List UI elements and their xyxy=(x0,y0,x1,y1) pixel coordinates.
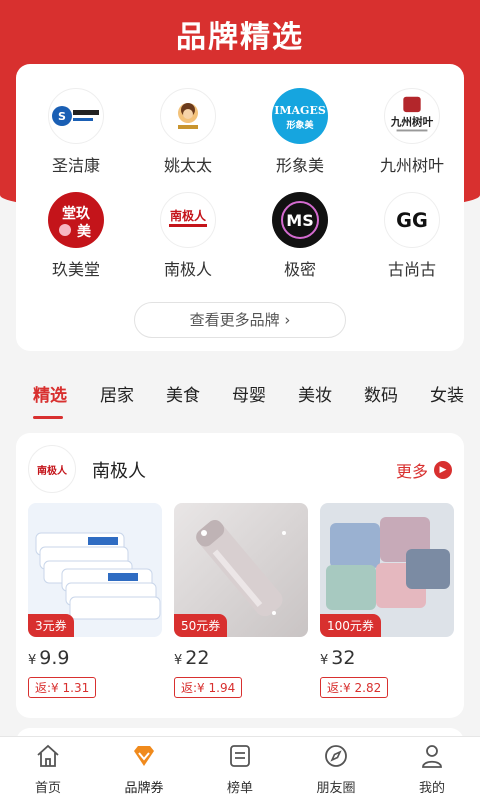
svg-text:南极人: 南极人 xyxy=(170,208,207,223)
price-value: 32 xyxy=(331,647,356,669)
product-card[interactable]: 100元券 ¥32 返:¥ 2.82 xyxy=(320,503,454,698)
more-brands-button[interactable]: 查看更多品牌 › xyxy=(134,302,346,338)
nav-label: 首页 xyxy=(34,781,61,796)
coupon-badge: 100元券 xyxy=(320,614,381,637)
user-icon xyxy=(422,745,442,768)
brand-item-xingxiangmei[interactable]: IMAGES 形象美 形象美 xyxy=(250,88,350,176)
brand-name: 玖美堂 xyxy=(51,260,100,279)
rebate-badge: 返:¥ 2.82 xyxy=(320,677,389,698)
price-value: 9.9 xyxy=(39,647,70,669)
svg-text:MS: MS xyxy=(286,211,313,230)
currency-symbol: ¥ xyxy=(320,653,329,668)
brand-item-shengjiekang[interactable]: S 圣洁康 xyxy=(26,88,126,176)
tab-baby[interactable]: 母婴 xyxy=(232,381,266,406)
brand-grid-card: S 圣洁康 姚太太 IMAGES 形象美 形象美 九州树叶 九州树叶 堂玖 美 … xyxy=(16,64,464,351)
svg-text:九州树叶: 九州树叶 xyxy=(390,116,434,129)
tab-digital[interactable]: 数码 xyxy=(364,381,398,406)
brand-item-jiumeitang[interactable]: 堂玖 美 玖美堂 xyxy=(26,192,126,280)
category-tabs: 精选 居家 美食 母婴 美妆 数码 女装 xyxy=(0,365,480,421)
brand-logo-nanjiren: 南极人 xyxy=(160,192,216,248)
nav-label: 朋友圈 xyxy=(316,781,356,796)
brand-item-jiuzhoushuye[interactable]: 九州树叶 九州树叶 xyxy=(362,88,462,176)
shop-more-link[interactable]: 更多 ▶ xyxy=(396,458,452,482)
coupon-badge: 3元券 xyxy=(28,614,74,637)
nav-label: 我的 xyxy=(418,781,445,796)
shop-name[interactable]: 南极人 xyxy=(92,457,146,483)
product-card[interactable]: 50元券 ¥22 返:¥ 1.94 xyxy=(174,503,308,698)
product-price: ¥9.9 xyxy=(28,647,162,669)
brand-item-nanjiren[interactable]: 南极人 南极人 xyxy=(138,192,238,280)
brand-name: 九州树叶 xyxy=(379,156,444,175)
shop-card: 南极人 南极人 更多 ▶ 3元券 ¥9.9 返:¥ 1.31 50元券 ¥ 22… xyxy=(16,433,464,718)
brand-item-yaotaitai[interactable]: 姚太太 xyxy=(138,88,238,176)
product-image-underwear: 100元券 xyxy=(320,503,454,637)
brand-item-jimi[interactable]: MS 极密 xyxy=(250,192,350,280)
product-image-wipes: 3元券 xyxy=(28,503,162,637)
brand-name: 圣洁康 xyxy=(51,156,100,175)
coupon-badge: 50元券 xyxy=(174,614,228,637)
shop-logo[interactable]: 南极人 xyxy=(28,445,76,493)
shop-more-label: 更多 xyxy=(395,462,428,481)
brand-item-gushanggu[interactable]: GG 古尚古 xyxy=(362,192,462,280)
nav-brand-coupons[interactable]: 品牌券 xyxy=(96,743,192,796)
brand-logo-jimi: MS xyxy=(272,192,328,248)
brand-name: 形象美 xyxy=(275,156,324,175)
compass-icon xyxy=(325,745,347,767)
active-tab-indicator xyxy=(33,416,63,419)
tab-beauty[interactable]: 美妆 xyxy=(298,381,332,406)
list-icon xyxy=(230,745,250,767)
nav-profile[interactable]: 我的 xyxy=(384,743,480,796)
nav-label: 榜单 xyxy=(226,781,253,796)
currency-symbol: ¥ xyxy=(174,653,183,668)
brand-name: 南极人 xyxy=(163,260,212,279)
brand-logo-xingxiangmei: IMAGES 形象美 xyxy=(272,88,328,144)
product-price: ¥32 xyxy=(320,647,454,669)
nav-rankings[interactable]: 榜单 xyxy=(192,743,288,796)
currency-symbol: ¥ xyxy=(28,653,37,668)
svg-text:美: 美 xyxy=(77,223,92,240)
play-arrow-icon: ▶ xyxy=(434,461,452,479)
brand-name: 极密 xyxy=(283,260,316,279)
rebate-badge: 返:¥ 1.31 xyxy=(28,677,97,698)
brand-name: 古尚古 xyxy=(387,260,436,279)
brand-logo-gushanggu: GG xyxy=(384,192,440,248)
product-price: ¥22 xyxy=(174,647,308,669)
svg-text:GG: GG xyxy=(396,209,428,232)
bottom-navigation: 首页 品牌券 榜单 朋友圈 我的 xyxy=(0,736,480,800)
product-image-thermos: 50元券 xyxy=(174,503,308,637)
price-value: 22 xyxy=(185,647,210,669)
brand-logo-jiuzhoushuye: 九州树叶 xyxy=(384,88,440,144)
product-card[interactable]: 3元券 ¥9.9 返:¥ 1.31 xyxy=(28,503,162,698)
svg-text:IMAGES: IMAGES xyxy=(274,104,326,117)
page-title: 品牌精选 xyxy=(176,20,304,55)
tab-food[interactable]: 美食 xyxy=(166,381,200,406)
svg-text:形象美: 形象美 xyxy=(286,119,314,131)
brand-logo-jiumeitang: 堂玖 美 xyxy=(48,192,104,248)
brand-name: 姚太太 xyxy=(163,156,212,175)
brand-logo-yaotaitai xyxy=(160,88,216,144)
tab-featured[interactable]: 精选 xyxy=(33,381,67,406)
tab-womenswear[interactable]: 女装 xyxy=(430,381,464,406)
nav-moments[interactable]: 朋友圈 xyxy=(288,743,384,796)
rebate-badge: 返:¥ 1.94 xyxy=(174,677,243,698)
nav-home[interactable]: 首页 xyxy=(0,743,96,796)
diamond-icon xyxy=(134,746,154,766)
tab-home[interactable]: 居家 xyxy=(100,381,134,406)
svg-text:堂玖: 堂玖 xyxy=(62,205,91,222)
nav-label: 品牌券 xyxy=(124,781,164,796)
brand-logo-shengjiekang: S xyxy=(48,88,104,144)
home-icon xyxy=(37,744,59,767)
svg-text:S: S xyxy=(58,110,66,123)
